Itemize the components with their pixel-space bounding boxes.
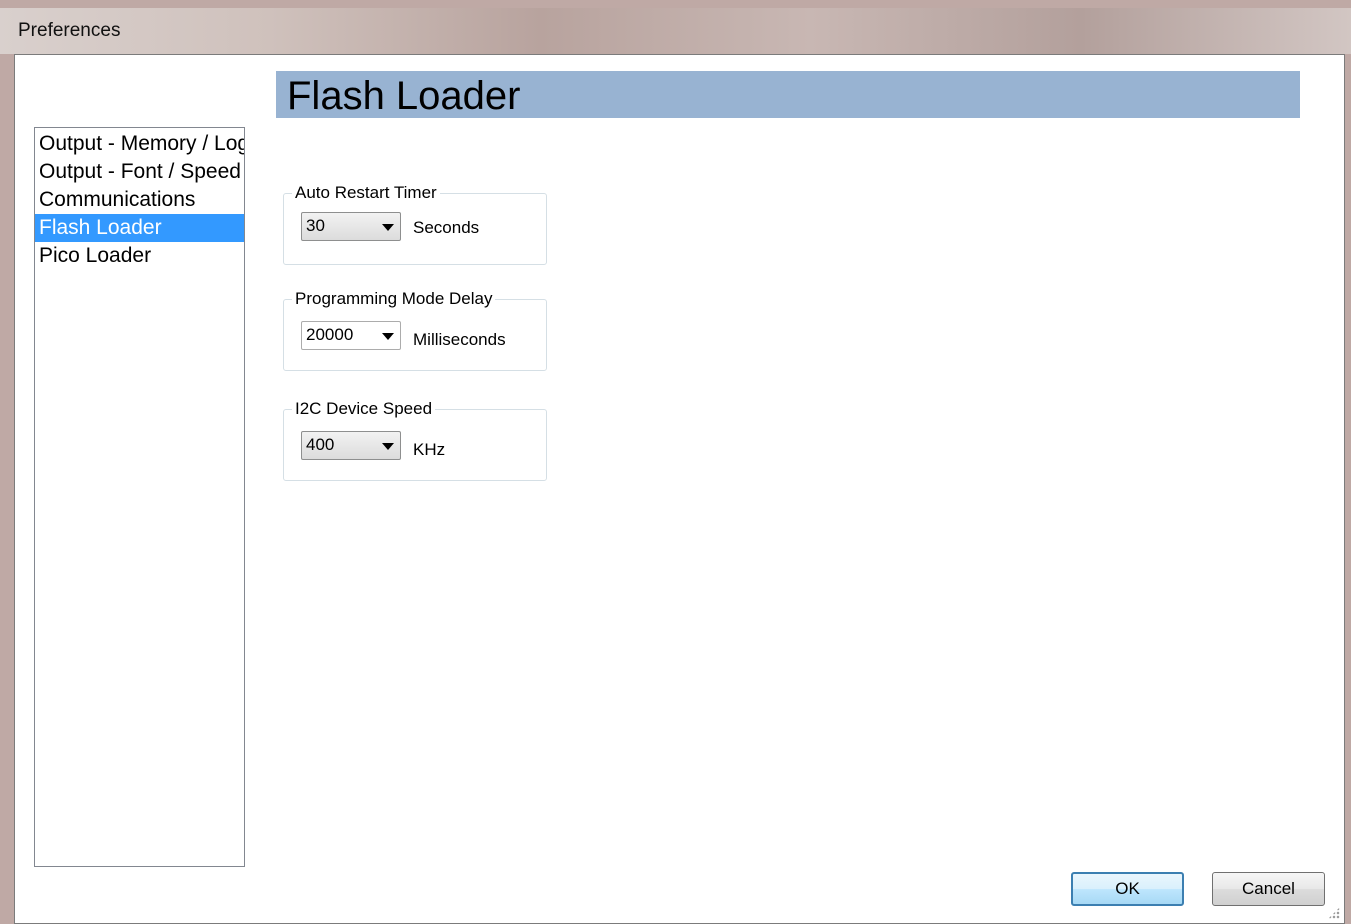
title-bar: Preferences xyxy=(0,8,1351,54)
window-title: Preferences xyxy=(18,20,121,41)
nav-item-communications[interactable]: Communications xyxy=(35,186,244,214)
dropdown-arrow-icon[interactable] xyxy=(382,224,394,231)
ok-button[interactable]: OK xyxy=(1071,872,1184,906)
nav-item-output-memory[interactable]: Output - Memory / Log xyxy=(35,130,244,158)
programming-mode-delay-group: Programming Mode Delay 20000 Millisecond… xyxy=(283,289,547,371)
group-legend: Programming Mode Delay xyxy=(292,289,496,309)
page-title: Flash Loader xyxy=(287,74,521,118)
cancel-button[interactable]: Cancel xyxy=(1212,872,1325,906)
programming-mode-delay-select[interactable]: 20000 xyxy=(301,321,401,350)
preferences-category-list[interactable]: Output - Memory / Log Output - Font / Sp… xyxy=(34,127,245,867)
select-value: 20000 xyxy=(306,325,354,344)
group-legend: I2C Device Speed xyxy=(292,399,436,419)
unit-label: Seconds xyxy=(413,218,480,237)
nav-item-pico-loader[interactable]: Pico Loader xyxy=(35,242,244,270)
nav-item-output-font[interactable]: Output - Font / Speed xyxy=(35,158,244,186)
auto-restart-timer-select[interactable]: 30 xyxy=(301,212,401,241)
select-value: 400 xyxy=(306,435,335,454)
unit-label: Milliseconds xyxy=(413,330,506,349)
select-value: 30 xyxy=(306,216,325,235)
i2c-device-speed-select[interactable]: 400 xyxy=(301,431,401,460)
page-header: Flash Loader xyxy=(276,71,1300,118)
group-legend: Auto Restart Timer xyxy=(292,183,440,203)
dropdown-arrow-icon[interactable] xyxy=(382,443,394,450)
nav-item-flash-loader[interactable]: Flash Loader xyxy=(35,214,244,242)
unit-label: KHz xyxy=(413,440,446,459)
auto-restart-timer-group: Auto Restart Timer 30 Seconds xyxy=(283,183,547,265)
preferences-dialog: Output - Memory / Log Output - Font / Sp… xyxy=(14,54,1345,924)
i2c-device-speed-group: I2C Device Speed 400 KHz xyxy=(283,399,547,481)
resize-grip-icon[interactable] xyxy=(1328,907,1340,919)
dropdown-arrow-icon[interactable] xyxy=(382,333,394,340)
